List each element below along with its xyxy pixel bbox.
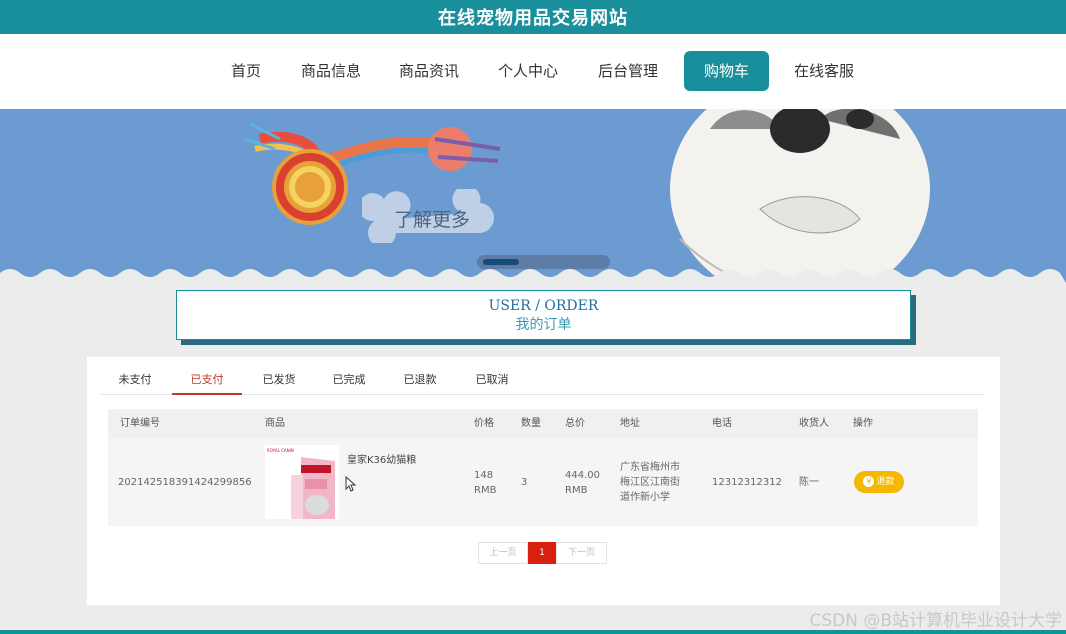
yen-icon: ¥	[863, 476, 875, 487]
learn-more-button[interactable]: 了解更多	[362, 205, 502, 232]
page-1-button[interactable]: 1	[528, 542, 556, 564]
refund-label: 退款	[876, 477, 895, 487]
phone: 12312312312	[712, 477, 782, 488]
total-value: 444.00	[565, 470, 600, 481]
cat-image	[670, 109, 930, 283]
address-line-2: 梅江区江南街	[620, 477, 680, 488]
product-name[interactable]: 皇家K36幼猫粮	[347, 453, 416, 468]
col-order-no: 订单编号	[120, 418, 160, 429]
tab-cancelled[interactable]: 已取消	[465, 366, 519, 395]
orders-table-header: 订单编号 商品 价格 数量 总价 地址 电话 收货人 操作	[108, 409, 978, 438]
site-title: 在线宠物用品交易网站	[438, 8, 628, 29]
order-status-tabs: 未支付 已支付 已发货 已完成 已退款 已取消	[100, 366, 985, 395]
table-row: 202142518391424299856 ROYAL CANIN 皇家K36幼…	[108, 438, 978, 526]
nav-products[interactable]: 商品信息	[297, 51, 365, 91]
col-price: 价格	[474, 418, 494, 429]
tab-unpaid[interactable]: 未支付	[108, 366, 162, 395]
product-thumbnail[interactable]: ROYAL CANIN	[265, 445, 339, 519]
prev-page-button[interactable]: 上一页	[478, 542, 528, 564]
tab-refunded[interactable]: 已退款	[393, 366, 447, 395]
quantity: 3	[521, 477, 528, 488]
order-header-en: USER / ORDER	[488, 298, 599, 314]
price-unit: RMB	[474, 485, 497, 496]
main-nav: 首页 商品信息 商品资讯 个人中心 后台管理 购物车 在线客服	[0, 34, 1066, 109]
nav-customer-service[interactable]: 在线客服	[790, 51, 858, 91]
col-qty: 数量	[521, 418, 541, 429]
tab-completed[interactable]: 已完成	[322, 366, 376, 395]
watermark: CSDN @B站计算机毕业设计大学	[809, 611, 1062, 631]
total-unit: RMB	[565, 485, 588, 496]
next-page-button[interactable]: 下一页	[556, 542, 607, 564]
refund-button[interactable]: ¥ 退款	[854, 471, 904, 493]
slider-active-dot	[483, 259, 519, 265]
order-section-header: USER / ORDER 我的订单	[176, 290, 911, 340]
col-phone: 电话	[712, 418, 732, 429]
top-bar: 在线宠物用品交易网站	[0, 0, 1066, 34]
address-line-1: 广东省梅州市	[620, 462, 680, 473]
col-receiver: 收货人	[799, 418, 829, 429]
mouse-cursor-icon	[345, 476, 357, 492]
address-line-3: 道作新小学	[620, 492, 670, 503]
col-product: 商品	[265, 418, 285, 429]
nav-admin[interactable]: 后台管理	[594, 51, 662, 91]
nav-news[interactable]: 商品资讯	[395, 51, 463, 91]
nav-cart[interactable]: 购物车	[684, 51, 769, 91]
nav-user-center[interactable]: 个人中心	[494, 51, 562, 91]
banner-slider-indicator[interactable]	[477, 255, 610, 269]
svg-text:ROYAL CANIN: ROYAL CANIN	[267, 448, 294, 453]
nav-home[interactable]: 首页	[222, 51, 270, 91]
tab-shipped[interactable]: 已发货	[252, 366, 306, 395]
order-number: 202142518391424299856	[118, 477, 252, 488]
hero-banner: 了解更多	[0, 109, 1066, 283]
price-value: 148	[474, 470, 494, 481]
col-action: 操作	[853, 418, 873, 429]
col-address: 地址	[620, 418, 640, 429]
receiver: 陈一	[799, 477, 819, 488]
cat-food-bag-icon: ROYAL CANIN	[265, 445, 339, 519]
tab-paid[interactable]: 已支付	[172, 366, 242, 395]
order-header-cn: 我的订单	[515, 317, 572, 333]
col-total: 总价	[565, 418, 585, 429]
